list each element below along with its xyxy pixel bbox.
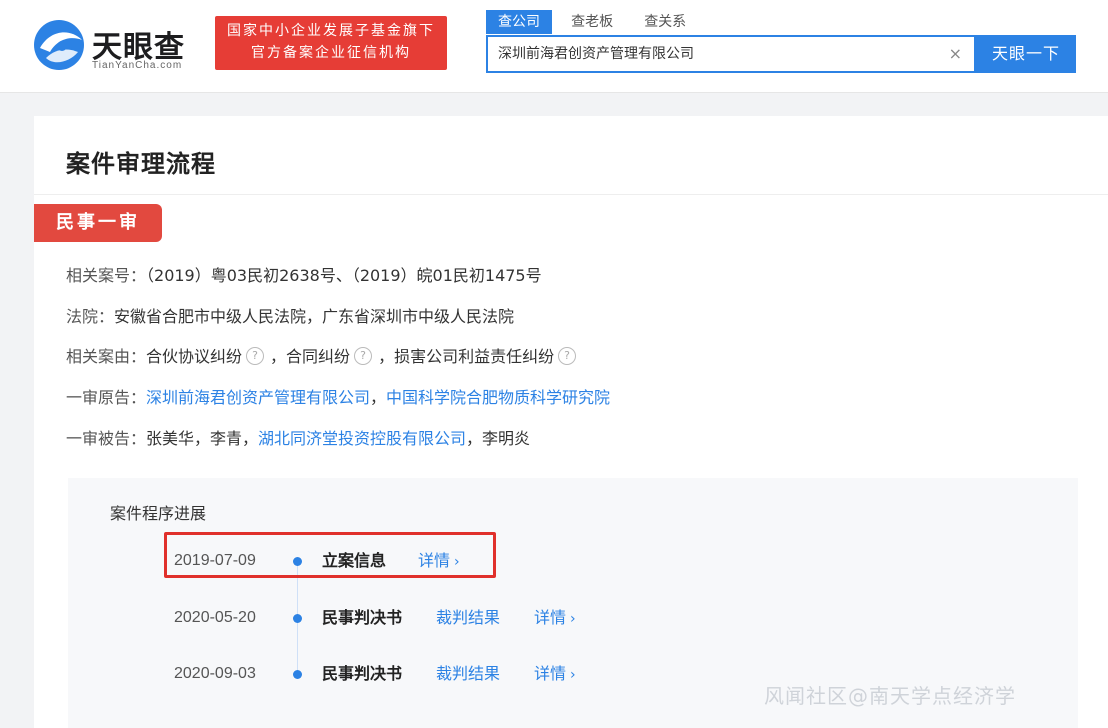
- case-process-card: 案件审理流程 民事一审 相关案号：（2019）粤03民初2638号、（2019）…: [34, 116, 1108, 728]
- case-numbers-label: 相关案号：: [66, 266, 147, 285]
- help-icon[interactable]: ?: [558, 347, 577, 365]
- clear-icon[interactable]: ×: [949, 37, 962, 71]
- watermark: 风闻社区@南天学点经济学: [764, 684, 1016, 708]
- chevron-right-icon: ›: [570, 611, 576, 627]
- case-numbers-value: （2019）粤03民初2638号、（2019）皖01民初1475号: [146, 266, 542, 285]
- timeline-event-name: 民事判决书: [322, 608, 403, 627]
- search-box: 深圳前海君创资产管理有限公司 ×: [486, 35, 976, 73]
- tianyancha-logo[interactable]: 天眼查 TianYanCha.com: [32, 14, 202, 74]
- cause-separator: ，: [270, 347, 287, 366]
- cause-label: 相关案由：: [66, 347, 147, 366]
- defendant-label: 一审被告：: [66, 429, 147, 448]
- logo-domain: TianYanCha.com: [92, 60, 183, 71]
- cause-row: 相关案由：合伙协议纠纷? ，合同纠纷? ，损害公司利益责任纠纷?: [66, 345, 582, 369]
- detail-link[interactable]: 详情 ›: [534, 603, 576, 634]
- help-icon[interactable]: ?: [246, 347, 265, 365]
- plaintiff-link[interactable]: 深圳前海君创资产管理有限公司: [146, 388, 370, 407]
- tab-search-boss[interactable]: 查老板: [559, 10, 625, 34]
- timeline-dot: [293, 670, 302, 679]
- timeline-item: 2020-05-20 民事判决书 裁判结果 详情 ›: [68, 603, 1078, 633]
- help-icon[interactable]: ?: [354, 347, 373, 365]
- eye-logo-icon: [34, 20, 84, 70]
- timeline-event-name: 民事判决书: [322, 664, 403, 683]
- detail-link[interactable]: 详情 ›: [534, 659, 576, 690]
- defendant-names-tail: ，李明炎: [466, 429, 531, 448]
- court-label: 法院：: [66, 307, 115, 326]
- judgment-result-link[interactable]: 裁判结果: [436, 659, 500, 689]
- plaintiff-separator: ，: [370, 388, 387, 407]
- cause-item: 合伙协议纠纷: [146, 347, 243, 366]
- highlight-box: [164, 532, 496, 578]
- plaintiff-label: 一审原告：: [66, 388, 147, 407]
- tab-search-relation[interactable]: 查关系: [632, 10, 698, 34]
- search-input[interactable]: 深圳前海君创资产管理有限公司: [498, 37, 938, 71]
- plaintiff-link[interactable]: 中国科学院合肥物质科学研究院: [386, 388, 610, 407]
- search-tabs: 查公司 查老板 查关系: [486, 10, 700, 34]
- timeline-date: 2020-05-20: [174, 609, 256, 626]
- case-numbers-row: 相关案号：（2019）粤03民初2638号、（2019）皖01民初1475号: [66, 264, 542, 288]
- court-row: 法院：安徽省合肥市中级人民法院，广东省深圳市中级人民法院: [66, 305, 514, 329]
- timeline-date: 2020-09-03: [174, 665, 256, 682]
- banner-line-2: 官方备案企业征信机构: [251, 45, 411, 61]
- tab-search-company[interactable]: 查公司: [486, 10, 552, 34]
- stage-tag: 民事一审: [34, 204, 162, 242]
- defendant-row: 一审被告：张美华，李青，湖北同济堂投资控股有限公司，李明炎: [66, 427, 530, 451]
- certification-banner: 国家中小企业发展子基金旗下 官方备案企业征信机构: [215, 16, 447, 70]
- defendant-names: 张美华，李青，: [146, 429, 259, 448]
- title-divider: [34, 194, 1108, 195]
- page-title: 案件审理流程: [66, 150, 216, 178]
- banner-line-1: 国家中小企业发展子基金旗下: [227, 23, 435, 39]
- timeline-dot: [293, 614, 302, 623]
- court-value: 安徽省合肥市中级人民法院，广东省深圳市中级人民法院: [114, 307, 515, 326]
- judgment-result-link[interactable]: 裁判结果: [436, 603, 500, 633]
- top-header: 天眼查 TianYanCha.com 国家中小企业发展子基金旗下 官方备案企业征…: [0, 0, 1108, 93]
- plaintiff-row: 一审原告：深圳前海君创资产管理有限公司，中国科学院合肥物质科学研究院: [66, 386, 610, 410]
- detail-link-label: 详情: [534, 664, 567, 683]
- cause-item: 合同纠纷: [286, 347, 351, 366]
- chevron-right-icon: ›: [570, 667, 576, 683]
- progress-title: 案件程序进展: [110, 504, 207, 523]
- cause-item: 损害公司利益责任纠纷: [394, 347, 555, 366]
- cause-separator: ，: [378, 347, 395, 366]
- detail-link-label: 详情: [534, 608, 567, 627]
- search-button[interactable]: 天眼一下: [976, 35, 1076, 73]
- defendant-link[interactable]: 湖北同济堂投资控股有限公司: [258, 429, 466, 448]
